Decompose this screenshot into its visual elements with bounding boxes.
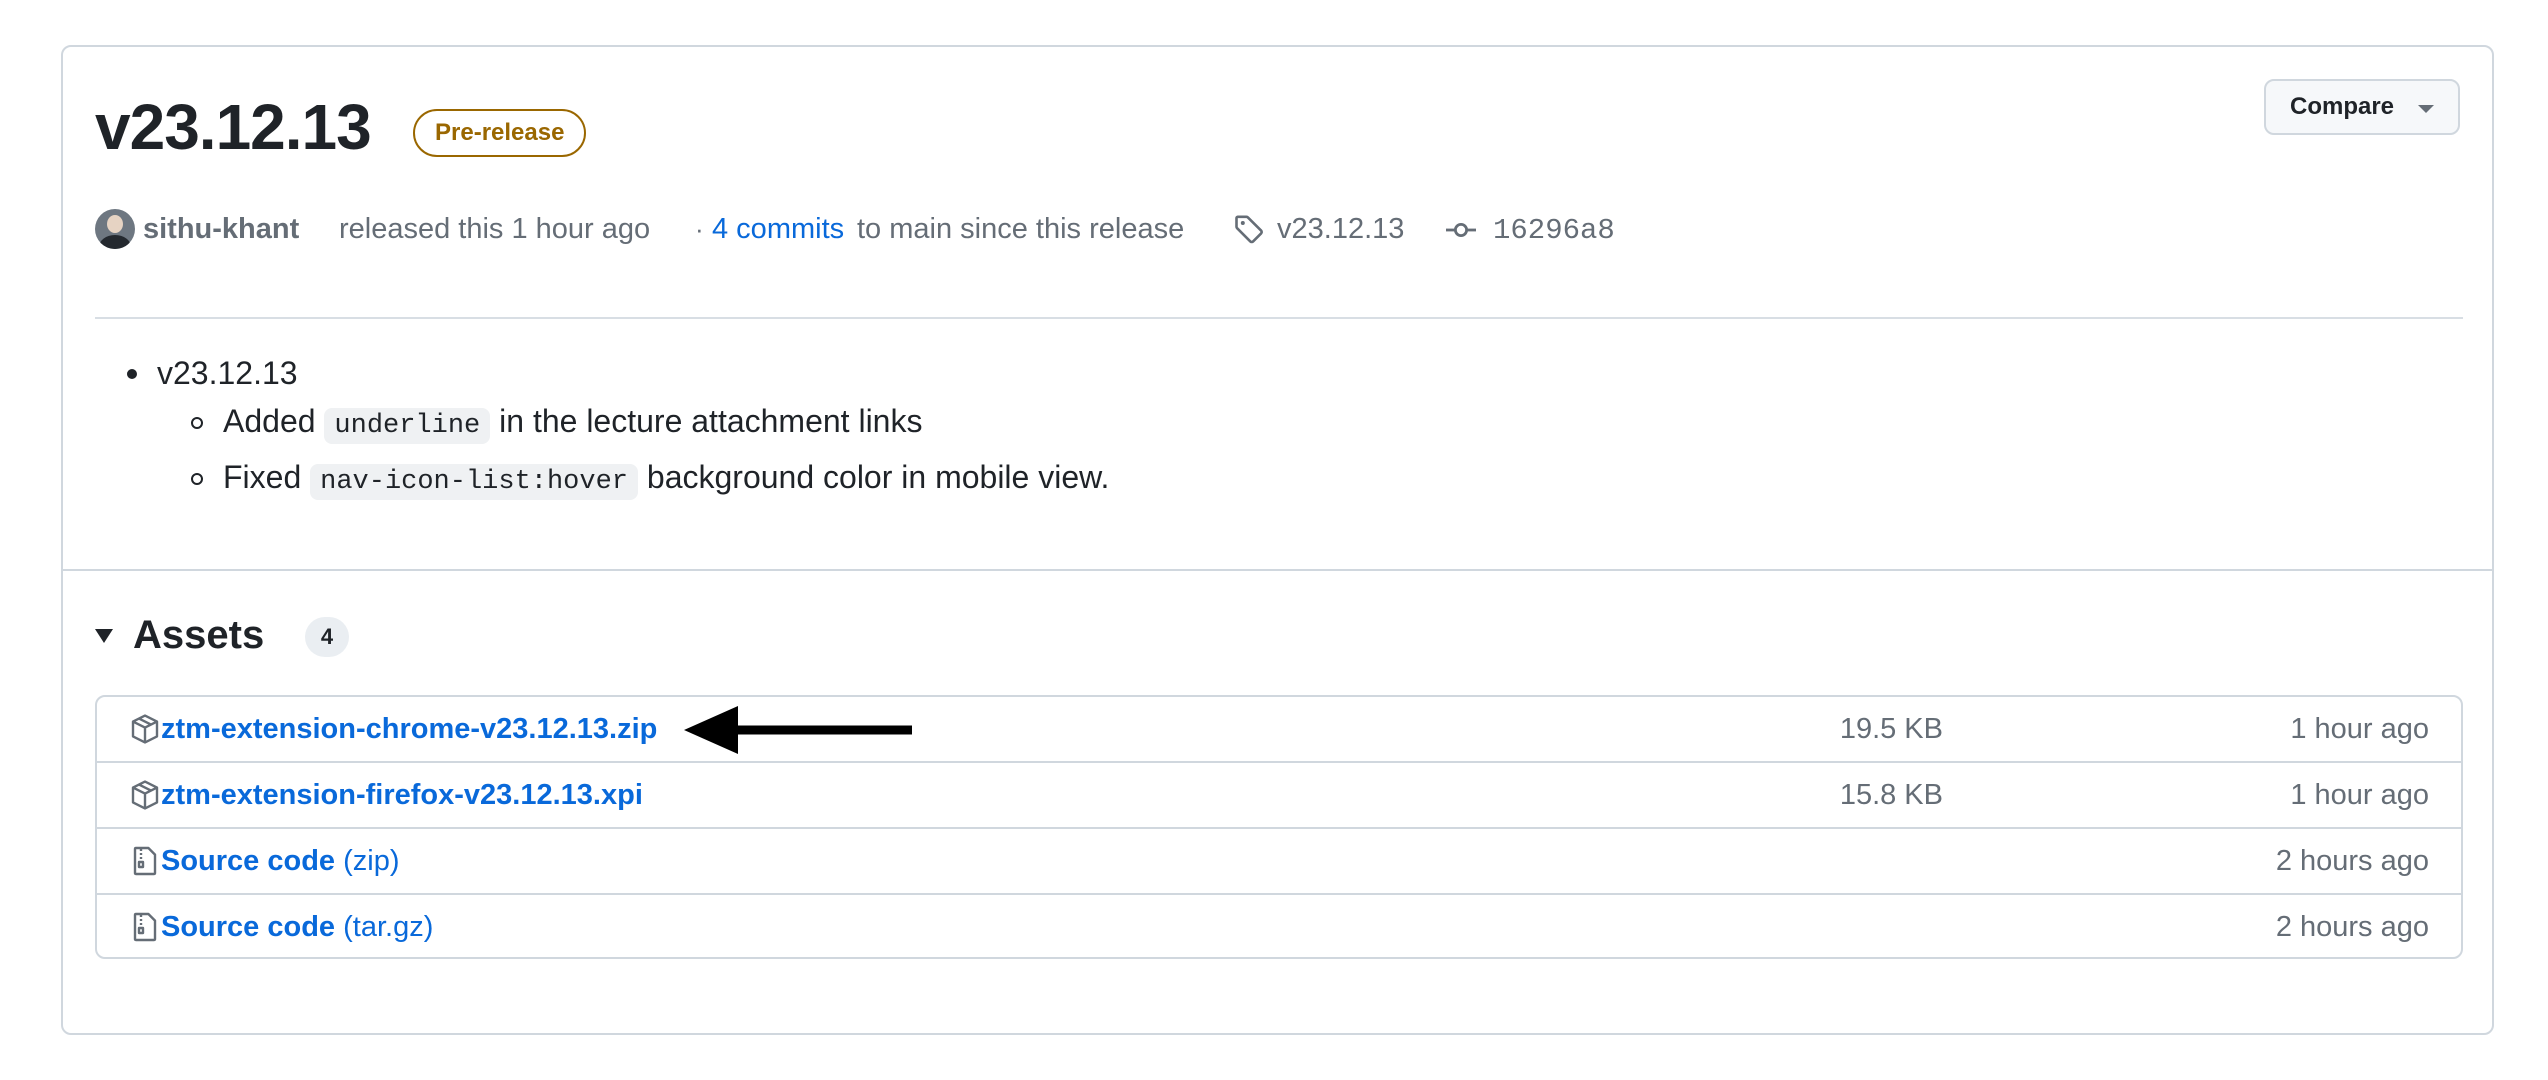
asset-time: 1 hour ago bbox=[2290, 779, 2429, 811]
avatar[interactable] bbox=[95, 209, 135, 249]
asset-row: ztm-extension-chrome-v23.12.13.zip 19.5 … bbox=[97, 697, 2461, 763]
author-link[interactable]: sithu-khant bbox=[143, 207, 299, 251]
bullet bbox=[127, 369, 137, 379]
package-icon bbox=[129, 779, 161, 816]
note-item: Fixed nav-icon-list:hover background col… bbox=[223, 453, 1109, 506]
prerelease-badge: Pre-release bbox=[413, 109, 587, 157]
asset-link[interactable]: ztm-extension-chrome-v23.12.13.zip bbox=[161, 697, 657, 761]
package-icon bbox=[129, 713, 161, 750]
asset-link[interactable]: Source code (tar.gz) bbox=[161, 895, 433, 957]
git-commit-icon bbox=[1445, 217, 1477, 250]
release-card: v23.12.13 Pre-release Compare sithu-khan… bbox=[61, 45, 2494, 1035]
file-zip-icon bbox=[129, 911, 161, 948]
meta-separator: · bbox=[695, 214, 704, 244]
inline-code: nav-icon-list:hover bbox=[310, 464, 638, 500]
asset-time: 2 hours ago bbox=[2275, 911, 2429, 943]
bullet bbox=[191, 417, 203, 429]
release-meta: sithu-khant released this 1 hour ago · 4… bbox=[95, 207, 1695, 251]
file-zip-icon bbox=[129, 845, 161, 882]
commits-link[interactable]: 4 commits bbox=[712, 207, 844, 251]
release-title[interactable]: v23.12.13 bbox=[95, 89, 372, 165]
assets-list: ztm-extension-chrome-v23.12.13.zip 19.5 … bbox=[95, 695, 2463, 959]
tag-link[interactable]: v23.12.13 bbox=[1277, 207, 1404, 251]
assets-count-badge: 4 bbox=[305, 617, 349, 657]
released-text: released this 1 hour ago bbox=[339, 213, 651, 245]
asset-size: 15.8 KB bbox=[1839, 779, 1943, 811]
asset-link[interactable]: ztm-extension-firefox-v23.12.13.xpi bbox=[161, 763, 643, 827]
assets-header[interactable]: Assets 4 bbox=[95, 605, 695, 665]
divider bbox=[95, 317, 2463, 319]
inline-code: underline bbox=[324, 408, 491, 444]
commits-since-text: to main since this release bbox=[857, 213, 1185, 245]
asset-row: ztm-extension-firefox-v23.12.13.xpi 15.8… bbox=[97, 763, 2461, 829]
commit-sha-link[interactable]: 16296a8 bbox=[1493, 209, 1615, 253]
asset-link[interactable]: Source code (zip) bbox=[161, 829, 400, 893]
triangle-down-icon[interactable] bbox=[95, 629, 113, 643]
assets-title[interactable]: Assets bbox=[133, 605, 264, 665]
bullet bbox=[191, 473, 203, 485]
asset-time: 1 hour ago bbox=[2290, 713, 2429, 745]
asset-time: 2 hours ago bbox=[2275, 845, 2429, 877]
compare-button-label: Compare bbox=[2290, 93, 2395, 120]
asset-size: 19.5 KB bbox=[1839, 713, 1943, 745]
asset-row: Source code (zip) 2 hours ago bbox=[97, 829, 2461, 895]
chevron-down-icon bbox=[2418, 105, 2434, 113]
tag-icon bbox=[1233, 213, 1265, 253]
note-item: Added underline in the lecture attachmen… bbox=[223, 397, 922, 450]
compare-button[interactable]: Compare bbox=[2264, 79, 2460, 135]
notes-version: v23.12.13 bbox=[157, 355, 298, 391]
annotation-arrow-icon bbox=[684, 706, 912, 754]
asset-row: Source code (tar.gz) 2 hours ago bbox=[97, 895, 2461, 957]
section-divider bbox=[63, 569, 2492, 571]
